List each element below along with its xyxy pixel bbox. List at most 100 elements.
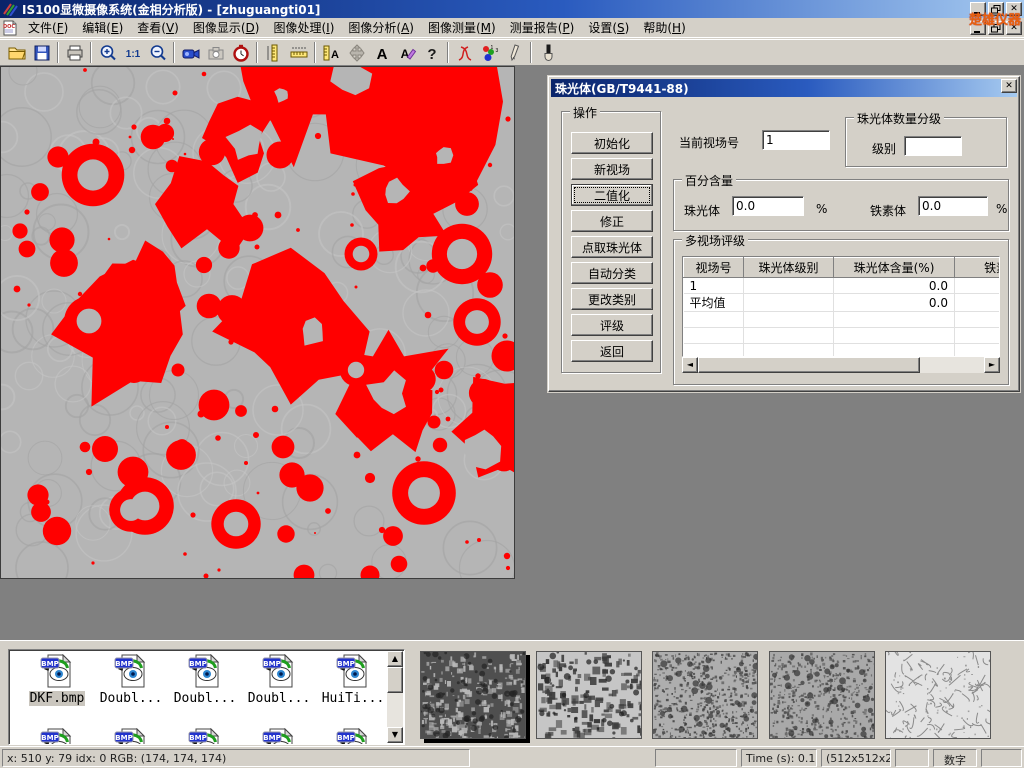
document-icon[interactable]: DOC [2, 20, 18, 36]
new-field-button[interactable]: 新视场 [571, 158, 653, 180]
svg-text:DOC: DOC [3, 24, 15, 30]
table-row[interactable]: 平均值0.0 [684, 294, 1001, 312]
file-list-scrollbar[interactable]: ▲ ▼ [387, 651, 403, 743]
pearlite-label: 珠光体 [684, 202, 720, 219]
menu-item-7[interactable]: 测量报告(P) [503, 17, 582, 38]
table-row[interactable] [684, 312, 1001, 328]
column-header[interactable]: 珠光体级别 [744, 258, 834, 278]
current-field-input[interactable] [762, 130, 830, 150]
tb-save-button[interactable] [29, 41, 54, 64]
menu-item-5[interactable]: 图像分析(A) [341, 17, 421, 38]
thumbnail-1[interactable] [420, 651, 526, 739]
svg-text:BMP: BMP [263, 734, 280, 742]
dialog-close-button[interactable]: ✕ [1001, 79, 1017, 93]
mdi-restore-button[interactable] [988, 21, 1004, 35]
tb-print-button[interactable] [62, 41, 87, 64]
tb-zoom-in-button[interactable] [95, 41, 120, 64]
svg-text:?: ? [427, 46, 436, 63]
table-row[interactable] [684, 344, 1001, 358]
thumbnail-3[interactable] [652, 651, 758, 739]
grade-input[interactable] [904, 136, 962, 156]
menu-item-2[interactable]: 查看(V) [130, 17, 186, 38]
rating-table[interactable]: 视场号珠光体级别珠光体含量(%)铁素体含量(%)10.0平均值0.0 [682, 256, 1000, 357]
file-item-row2-3[interactable]: BMP [243, 728, 315, 745]
menu-item-6[interactable]: 图像测量(M) [421, 17, 503, 38]
file-list[interactable]: ▲ ▼ BMPDKF.bmpBMPDoubl...BMPDoubl...BMPD… [8, 649, 405, 745]
file-item-row2-2[interactable]: BMP [169, 728, 241, 745]
mdi-close-button[interactable]: ✕ [1006, 21, 1022, 35]
initialize-button[interactable]: 初始化 [571, 132, 653, 154]
mdi-minimize-button[interactable] [970, 21, 986, 35]
tb-text-button[interactable]: A [369, 41, 394, 64]
column-header[interactable]: 珠光体含量(%) [834, 258, 955, 278]
menu-item-8[interactable]: 设置(S) [581, 17, 636, 38]
column-header[interactable]: 视场号 [684, 258, 744, 278]
tb-camera-button[interactable] [203, 41, 228, 64]
tb-video-camera-button[interactable] [178, 41, 203, 64]
thumbnail-2[interactable] [536, 651, 642, 739]
thumbnail-4[interactable] [769, 651, 875, 739]
file-name: DKF.bmp [29, 691, 86, 706]
restore-button[interactable] [988, 2, 1004, 16]
auto-classify-button[interactable]: 自动分类 [571, 262, 653, 284]
tb-move-cross-button[interactable] [344, 41, 369, 64]
file-item-row2-1[interactable]: BMP [95, 728, 167, 745]
tb-ruler-button[interactable] [286, 41, 311, 64]
table-row[interactable] [684, 328, 1001, 344]
ferrite-percent-input[interactable] [918, 196, 988, 216]
scroll-left-button[interactable]: ◄ [682, 357, 698, 373]
tb-brush-button[interactable] [535, 41, 560, 64]
toolbar-separator [57, 42, 59, 63]
menu-item-4[interactable]: 图像处理(I) [266, 17, 341, 38]
correct-button[interactable]: 修正 [571, 210, 653, 232]
menu-item-3[interactable]: 图像显示(D) [186, 17, 267, 38]
close-button[interactable]: ✕ [1006, 2, 1022, 16]
file-item-1[interactable]: BMPDoubl... [95, 654, 167, 706]
pick-pearlite-button[interactable]: 点取珠光体 [571, 236, 653, 258]
tb-caliper-button[interactable] [261, 41, 286, 64]
scrollbar-thumb[interactable] [387, 667, 403, 693]
cell-ferrite [955, 294, 1001, 312]
column-header[interactable]: 铁素体含量(%) [955, 258, 1001, 278]
thumbnail-5[interactable] [885, 651, 991, 739]
tb-pen-button[interactable] [502, 41, 527, 64]
tb-open-button[interactable] [4, 41, 29, 64]
bmp-file-icon: BMP [39, 677, 75, 691]
file-item-4[interactable]: BMPHuiTi... [317, 654, 389, 706]
menu-item-9[interactable]: 帮助(H) [636, 17, 692, 38]
svg-text:BMP: BMP [115, 734, 132, 742]
micrograph-image[interactable] [0, 66, 515, 579]
mdi-window-controls: ✕ [970, 21, 1022, 35]
tb-timer-button[interactable] [228, 41, 253, 64]
file-item-3[interactable]: BMPDoubl... [243, 654, 315, 706]
minimize-button[interactable] [970, 2, 986, 16]
table-horizontal-scrollbar[interactable]: ◄ ► [682, 357, 1000, 373]
file-item-2[interactable]: BMPDoubl... [169, 654, 241, 706]
scrollbar-thumb[interactable] [698, 357, 920, 373]
scroll-right-button[interactable]: ► [984, 357, 1000, 373]
return-button[interactable]: 返回 [571, 340, 653, 362]
binarize-button[interactable]: 二值化 [571, 184, 653, 206]
tb-measure-text-button[interactable]: A [319, 41, 344, 64]
scroll-down-button[interactable]: ▼ [387, 727, 403, 743]
svg-text:1:1: 1:1 [125, 49, 140, 60]
scroll-up-button[interactable]: ▲ [387, 651, 403, 667]
menu-item-0[interactable]: 文件(F) [21, 17, 75, 38]
tb-help-button[interactable]: ? [419, 41, 444, 64]
pearlite-percent-input[interactable] [732, 196, 804, 216]
table-row[interactable]: 10.0 [684, 278, 1001, 294]
change-class-button[interactable]: 更改类别 [571, 288, 653, 310]
menu-item-1[interactable]: 编辑(E) [75, 17, 130, 38]
rate-button[interactable]: 评级 [571, 314, 653, 336]
tb-count-points-button[interactable]: 13 [477, 41, 502, 64]
tb-annotate-button[interactable]: A [394, 41, 419, 64]
count-points-icon: 13 [480, 43, 500, 63]
file-item-row2-4[interactable]: BMP [317, 728, 389, 745]
move-cross-icon [347, 43, 367, 63]
dialog-title-bar[interactable]: 珠光体(GB/T9441-88) [551, 79, 1017, 97]
file-item-0[interactable]: BMPDKF.bmp [21, 654, 93, 706]
tb-zoom-out-button[interactable] [145, 41, 170, 64]
tb-curve-tool-button[interactable] [452, 41, 477, 64]
file-item-row2-0[interactable]: BMP [21, 728, 93, 745]
tb-actual-size-button[interactable]: 1:1 [120, 41, 145, 64]
